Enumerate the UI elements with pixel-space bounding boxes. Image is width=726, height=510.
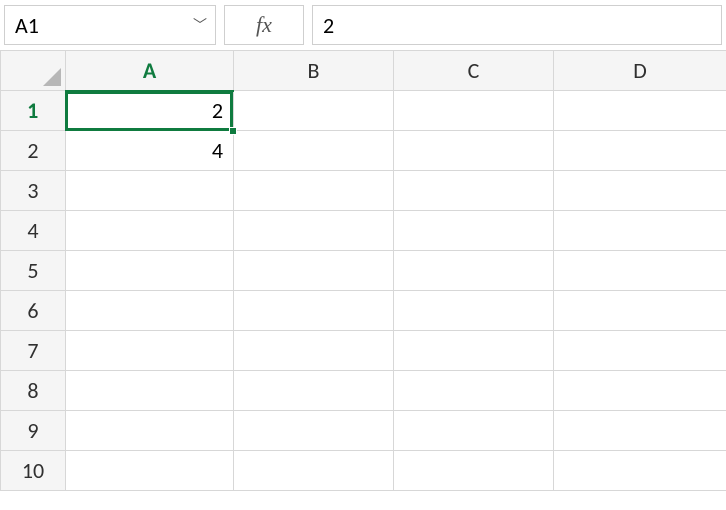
row-header-4[interactable]: 4 xyxy=(1,211,66,251)
cell-D4[interactable] xyxy=(554,211,726,251)
cell-D8[interactable] xyxy=(554,371,726,411)
cell-C5[interactable] xyxy=(394,251,554,291)
row-header-7[interactable]: 7 xyxy=(1,331,66,371)
formula-input-value: 2 xyxy=(323,12,334,39)
cell-B3[interactable] xyxy=(234,171,394,211)
cell-A3[interactable] xyxy=(66,171,234,211)
cell-C9[interactable] xyxy=(394,411,554,451)
name-box-value: A1 xyxy=(15,12,39,39)
cell-A9[interactable] xyxy=(66,411,234,451)
row-header-3[interactable]: 3 xyxy=(1,171,66,211)
cell-C10[interactable] xyxy=(394,451,554,491)
row-2: 2 4 xyxy=(1,131,726,171)
cell-A2[interactable]: 4 xyxy=(66,131,234,171)
name-box[interactable]: A1 ﹀ xyxy=(4,5,216,45)
cell-D3[interactable] xyxy=(554,171,726,211)
cell-B4[interactable] xyxy=(234,211,394,251)
select-all-triangle-icon xyxy=(43,68,61,86)
cell-B5[interactable] xyxy=(234,251,394,291)
row-5: 5 xyxy=(1,251,726,291)
cell-D1[interactable] xyxy=(554,91,726,131)
cell-B2[interactable] xyxy=(234,131,394,171)
cell-D2[interactable] xyxy=(554,131,726,171)
cell-C4[interactable] xyxy=(394,211,554,251)
row-8: 8 xyxy=(1,371,726,411)
row-header-5[interactable]: 5 xyxy=(1,251,66,291)
column-header-row: A B C D xyxy=(1,51,726,91)
cell-A10[interactable] xyxy=(66,451,234,491)
fx-label: fx xyxy=(256,12,272,38)
cell-C3[interactable] xyxy=(394,171,554,211)
cell-B8[interactable] xyxy=(234,371,394,411)
row-header-2[interactable]: 2 xyxy=(1,131,66,171)
row-header-8[interactable]: 8 xyxy=(1,371,66,411)
column-header-A[interactable]: A xyxy=(66,51,234,91)
row-6: 6 xyxy=(1,291,726,331)
cell-D10[interactable] xyxy=(554,451,726,491)
row-1: 1 2 xyxy=(1,91,726,131)
cell-A7[interactable] xyxy=(66,331,234,371)
formula-bar: A1 ﹀ fx 2 xyxy=(0,0,726,50)
cell-D9[interactable] xyxy=(554,411,726,451)
cell-A4[interactable] xyxy=(66,211,234,251)
cell-D5[interactable] xyxy=(554,251,726,291)
cell-B9[interactable] xyxy=(234,411,394,451)
select-all-corner[interactable] xyxy=(1,51,66,91)
cell-A1[interactable]: 2 xyxy=(66,91,234,131)
row-header-1[interactable]: 1 xyxy=(1,91,66,131)
column-header-B[interactable]: B xyxy=(234,51,394,91)
cell-A6[interactable] xyxy=(66,291,234,331)
column-header-C[interactable]: C xyxy=(394,51,554,91)
fx-button[interactable]: fx xyxy=(224,5,304,45)
cell-D7[interactable] xyxy=(554,331,726,371)
cell-B10[interactable] xyxy=(234,451,394,491)
row-header-6[interactable]: 6 xyxy=(1,291,66,331)
row-3: 3 xyxy=(1,171,726,211)
formula-input[interactable]: 2 xyxy=(312,5,722,45)
fill-handle[interactable] xyxy=(229,127,237,135)
cell-B1[interactable] xyxy=(234,91,394,131)
cell-D6[interactable] xyxy=(554,291,726,331)
cell-C6[interactable] xyxy=(394,291,554,331)
cell-C7[interactable] xyxy=(394,331,554,371)
row-7: 7 xyxy=(1,331,726,371)
row-4: 4 xyxy=(1,211,726,251)
cell-C1[interactable] xyxy=(394,91,554,131)
cell-A5[interactable] xyxy=(66,251,234,291)
cell-C8[interactable] xyxy=(394,371,554,411)
column-header-D[interactable]: D xyxy=(554,51,726,91)
cell-B7[interactable] xyxy=(234,331,394,371)
cell-C2[interactable] xyxy=(394,131,554,171)
row-10: 10 xyxy=(1,451,726,491)
row-header-10[interactable]: 10 xyxy=(1,451,66,491)
spreadsheet-grid: A B C D 1 2 2 4 3 4 xyxy=(0,50,726,491)
chevron-down-icon[interactable]: ﹀ xyxy=(193,15,207,35)
cell-B6[interactable] xyxy=(234,291,394,331)
row-9: 9 xyxy=(1,411,726,451)
row-header-9[interactable]: 9 xyxy=(1,411,66,451)
cell-A8[interactable] xyxy=(66,371,234,411)
